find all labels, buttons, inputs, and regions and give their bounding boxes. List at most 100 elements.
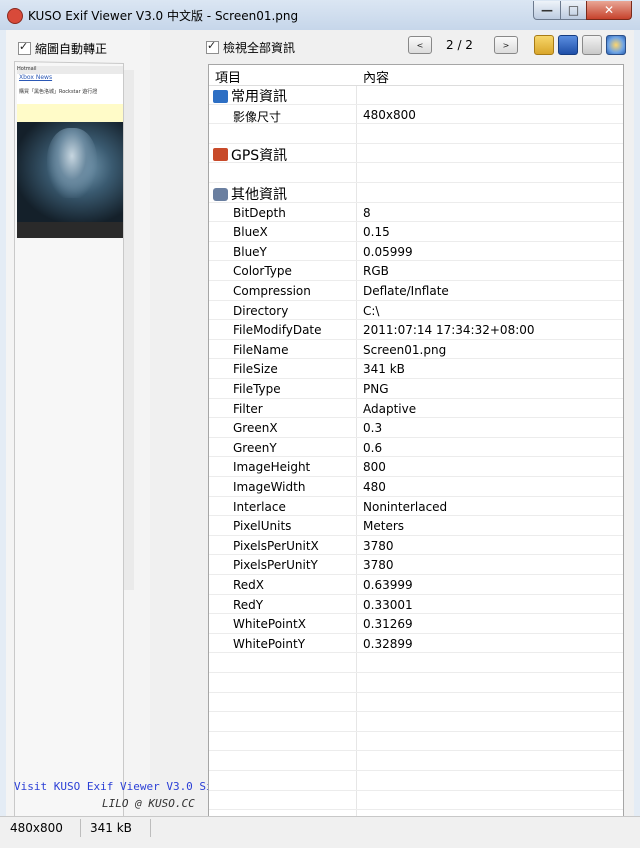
row-key: FileModifyDate xyxy=(233,323,322,338)
row-value: 480x800 xyxy=(363,107,416,122)
header-content[interactable]: 內容 xyxy=(363,67,389,86)
table-row[interactable]: RedY 0.33001 xyxy=(209,595,623,615)
app-logo-icon xyxy=(7,8,23,24)
empty-row xyxy=(209,673,623,693)
table-row[interactable]: FileSize 341 kB xyxy=(209,359,623,379)
table-row[interactable]: Directory C:\ xyxy=(209,301,623,321)
table-row[interactable]: GreenX 0.3 xyxy=(209,418,623,438)
table-row[interactable]: 影像尺寸 480x800 xyxy=(209,105,623,125)
thumbnail-panel: 縮圖自動轉正 Hotmail Xbox News 購買「黑色洛城」Rocksta… xyxy=(6,30,150,835)
row-key: RedY xyxy=(233,597,264,612)
table-row[interactable]: GreenY 0.6 xyxy=(209,438,623,458)
credit-text: LILO @ KUSO.CC xyxy=(102,797,195,810)
table-row[interactable]: WhitePointX 0.31269 xyxy=(209,614,623,634)
save-icon[interactable] xyxy=(558,35,578,55)
table-row[interactable]: Interlace Noninterlaced xyxy=(209,497,623,517)
empty-row xyxy=(209,712,623,732)
row-key: FileType xyxy=(233,382,281,396)
empty-row xyxy=(209,163,623,183)
section-row-common: 常用資訊 xyxy=(209,85,623,105)
status-separator xyxy=(150,819,151,837)
empty-row xyxy=(209,791,623,811)
table-row[interactable]: ColorType RGB xyxy=(209,261,623,281)
row-key: Interlace xyxy=(233,499,286,514)
section-row-other: 其他資訊 xyxy=(209,183,623,203)
table-row[interactable]: BitDepth 8 xyxy=(209,203,623,223)
toolbar: 檢視全部資訊 < 2 / 2 > xyxy=(204,30,634,62)
thumbnail-scrollbar[interactable] xyxy=(124,70,134,590)
row-key: WhitePointX xyxy=(233,617,306,632)
title-bar: KUSO Exif Viewer V3.0 中文版 - Screen01.png… xyxy=(0,0,640,30)
row-value: 3780 xyxy=(363,558,394,573)
visit-site-link[interactable]: Visit KUSO Exif Viewer V3.0 Site xyxy=(14,780,226,793)
row-key: BlueX xyxy=(233,225,268,240)
row-value: C:\ xyxy=(363,303,380,318)
checkbox-checked-icon[interactable] xyxy=(206,39,219,54)
close-button[interactable]: ✕ xyxy=(586,1,632,20)
empty-row xyxy=(209,771,623,791)
gps-icon xyxy=(213,148,228,162)
row-value: RGB xyxy=(363,264,389,279)
window-title: KUSO Exif Viewer V3.0 中文版 - Screen01.png xyxy=(28,9,299,23)
row-value: PNG xyxy=(363,382,389,396)
thumbnail-body-text: 購買「黑色洛城」Rockstar 遊行證 xyxy=(17,88,123,104)
table-row[interactable]: PixelsPerUnitY 3780 xyxy=(209,555,623,575)
table-row[interactable]: ImageWidth 480 xyxy=(209,477,623,497)
row-key: PixelsPerUnitY xyxy=(233,558,318,573)
table-row[interactable]: PixelsPerUnitX 3780 xyxy=(209,536,623,556)
table-row[interactable]: Filter Adaptive xyxy=(209,399,623,419)
view-all-label: 檢視全部資訊 xyxy=(223,41,296,55)
row-value: 8 xyxy=(363,205,371,220)
auto-rotate-checkbox[interactable]: 縮圖自動轉正 xyxy=(18,40,107,57)
table-row[interactable]: PixelUnits Meters xyxy=(209,516,623,536)
prev-page-button[interactable]: < xyxy=(408,36,432,54)
settings-icon[interactable] xyxy=(606,35,626,55)
table-row[interactable]: BlueY 0.05999 xyxy=(209,242,623,262)
minimize-button[interactable]: — xyxy=(533,1,561,20)
open-folder-icon[interactable] xyxy=(534,35,554,55)
table-row[interactable]: Compression Deflate/Inflate xyxy=(209,281,623,301)
maximize-button[interactable]: □ xyxy=(560,1,587,20)
row-value: 800 xyxy=(363,460,386,475)
thumbnail-notice-strip xyxy=(17,104,123,122)
empty-row xyxy=(209,653,623,673)
next-page-button[interactable]: > xyxy=(494,36,518,54)
row-key: PixelsPerUnitX xyxy=(233,538,319,553)
row-key: Filter xyxy=(233,401,263,416)
row-value: 0.15 xyxy=(363,225,390,240)
row-value: 0.6 xyxy=(363,440,383,455)
row-value: 0.31269 xyxy=(363,617,413,632)
camera-icon xyxy=(213,187,228,201)
table-row[interactable]: WhitePointY 0.32899 xyxy=(209,634,623,654)
row-value: 0.05999 xyxy=(363,244,413,259)
table-row[interactable]: FileName Screen01.png xyxy=(209,340,623,360)
row-value: 2011:07:14 17:34:32+08:00 xyxy=(363,323,535,338)
table-row[interactable]: ImageHeight 800 xyxy=(209,457,623,477)
checkbox-checked-icon[interactable] xyxy=(18,40,31,55)
empty-row xyxy=(209,732,623,752)
table-row[interactable]: FileType PNG xyxy=(209,379,623,399)
thumbnail-link-text: Xbox News xyxy=(17,74,123,88)
row-key: RedX xyxy=(233,578,265,592)
row-value: 0.63999 xyxy=(363,578,413,592)
thumbnail-face xyxy=(47,128,97,198)
row-value: Noninterlaced xyxy=(363,499,448,514)
zoom-icon[interactable] xyxy=(582,35,602,55)
view-all-checkbox[interactable]: 檢視全部資訊 xyxy=(206,39,295,56)
status-separator xyxy=(80,819,81,837)
section-title: GPS資訊 xyxy=(231,147,288,164)
thumbnail-image[interactable]: Hotmail Xbox News 購買「黑色洛城」Rockstar 遊行證 xyxy=(17,66,123,238)
table-row[interactable]: FileModifyDate 2011:07:14 17:34:32+08:00 xyxy=(209,320,623,340)
row-key: Compression xyxy=(233,284,311,298)
row-key: ColorType xyxy=(233,264,292,279)
section-row-gps: GPS資訊 xyxy=(209,144,623,164)
table-row[interactable]: RedX 0.63999 xyxy=(209,575,623,595)
main-frame: 縮圖自動轉正 Hotmail Xbox News 購買「黑色洛城」Rocksta… xyxy=(6,30,634,843)
thumbnail-taskbar xyxy=(17,222,123,238)
table-row[interactable]: BlueX 0.15 xyxy=(209,222,623,242)
header-item[interactable]: 項目 xyxy=(215,67,241,86)
row-key: GreenY xyxy=(233,440,277,455)
row-key: ImageWidth xyxy=(233,480,306,494)
auto-rotate-label: 縮圖自動轉正 xyxy=(35,42,108,56)
row-value: 3780 xyxy=(363,538,394,553)
